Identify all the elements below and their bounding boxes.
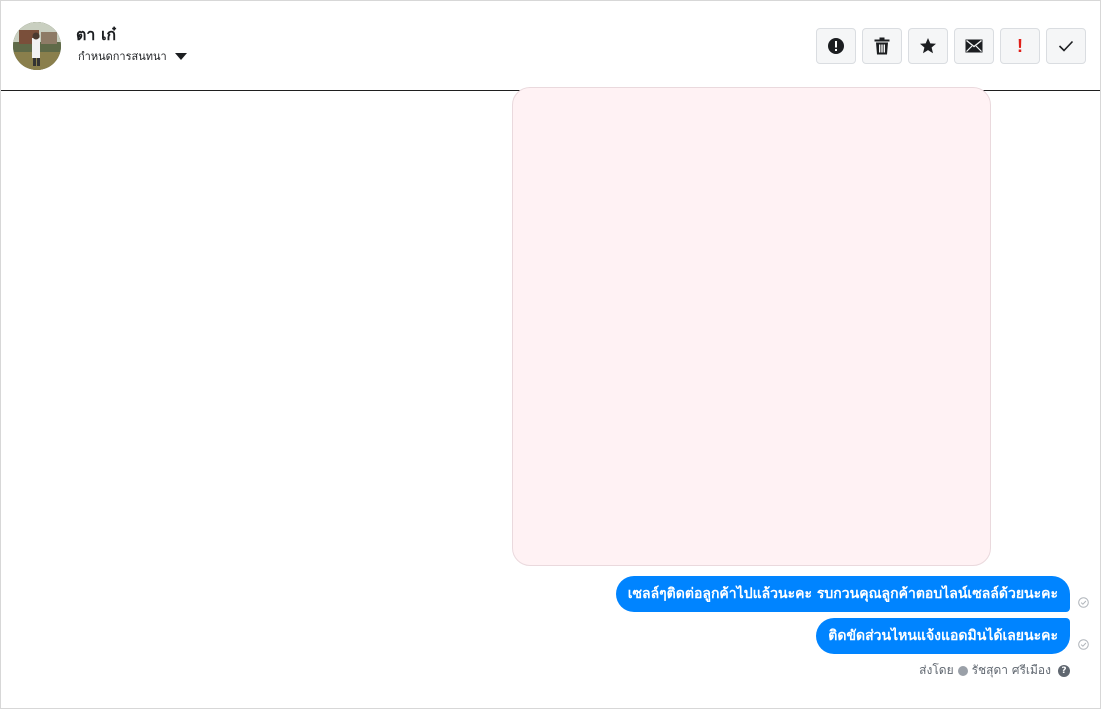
contact-name: ตา เก๋ bbox=[76, 25, 117, 44]
message-bubble: ติดขัดส่วนไหนแจ้งแอดมินได้เลยนะคะ bbox=[816, 618, 1070, 654]
message-thread: เซลล์ๆติดต่อลูกค้าไปแล้วนะคะ รบกวนคุณลูก… bbox=[1, 87, 1100, 708]
conversation-panel: ตา เก๋ กำหนดการสนทนา ! เซลล์ๆติดต่อลูกค้… bbox=[0, 0, 1101, 709]
mark-unread-button[interactable] bbox=[954, 28, 994, 64]
seen-check-icon bbox=[1078, 597, 1089, 608]
delete-button[interactable] bbox=[862, 28, 902, 64]
sent-by-prefix: ส่งโดย bbox=[919, 663, 954, 677]
mark-done-button[interactable] bbox=[1046, 28, 1086, 64]
caret-down-icon bbox=[174, 52, 187, 60]
trash-icon bbox=[874, 37, 890, 55]
conversation-status-label: กำหนดการสนทนา bbox=[78, 50, 167, 63]
conversation-status-dropdown[interactable]: กำหนดการสนทนา bbox=[78, 47, 187, 65]
exclamation-circle-icon bbox=[828, 38, 844, 54]
action-toolbar: ! bbox=[816, 28, 1086, 64]
contact-avatar[interactable] bbox=[13, 22, 61, 70]
message-bubble: เซลล์ๆติดต่อลูกค้าไปแล้วนะคะ รบกวนคุณลูก… bbox=[615, 576, 1070, 612]
image-attachment[interactable] bbox=[512, 87, 991, 566]
conversation-header: ตา เก๋ กำหนดการสนทนา ! bbox=[1, 1, 1100, 91]
seen-check-icon bbox=[1078, 639, 1089, 650]
agent-status-icon bbox=[957, 665, 968, 676]
envelope-icon bbox=[965, 39, 983, 53]
exclamation-icon: ! bbox=[1017, 36, 1023, 56]
star-icon bbox=[920, 38, 936, 54]
avatar-photo-icon bbox=[13, 22, 61, 70]
mark-important-button[interactable]: ! bbox=[1000, 28, 1040, 64]
sent-by-line: ส่งโดย รัชสุดา ศรีเมือง ? bbox=[919, 661, 1070, 680]
agent-name: รัชสุดา ศรีเมือง bbox=[971, 663, 1051, 677]
checkmark-icon bbox=[1058, 40, 1074, 52]
star-button[interactable] bbox=[908, 28, 948, 64]
help-icon[interactable]: ? bbox=[1058, 664, 1070, 677]
report-spam-button[interactable] bbox=[816, 28, 856, 64]
